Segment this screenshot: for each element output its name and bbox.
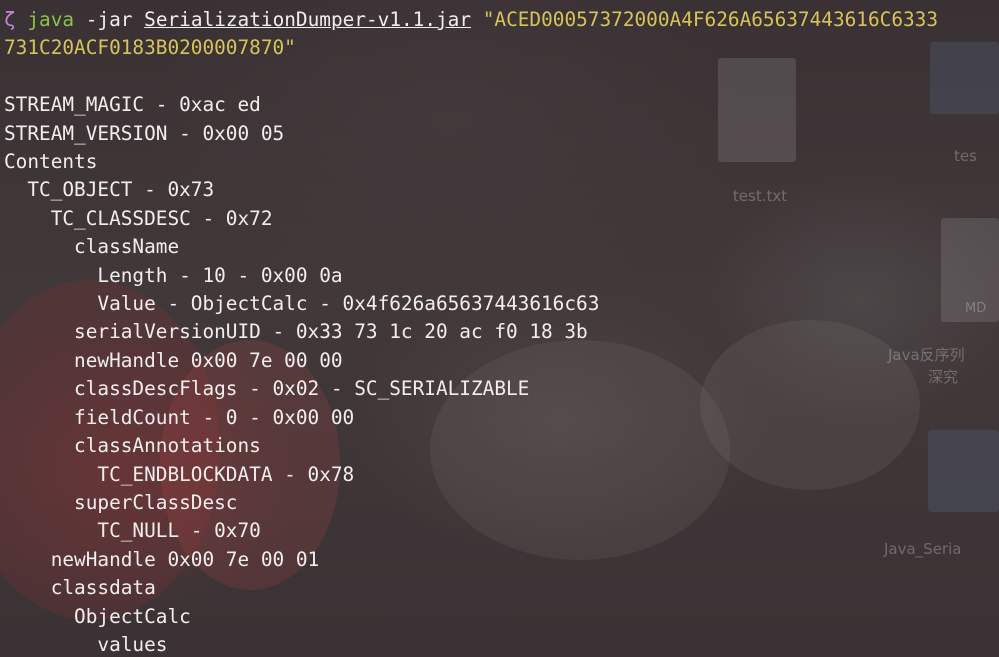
output-line: Length - 10 - 0x00 0a [4, 263, 343, 287]
output-line: classDescFlags - 0x02 - SC_SERIALIZABLE [4, 377, 530, 401]
output-line: Contents [4, 150, 98, 174]
output-line: TC_OBJECT - 0x73 [4, 178, 215, 202]
dump-output: STREAM_MAGIC - 0xac ed STREAM_VERSION - 0… [4, 91, 999, 657]
command-flag: -jar [85, 8, 133, 31]
output-line: newHandle 0x00 7e 00 01 [4, 547, 320, 571]
output-line: fieldCount - 0 - 0x00 00 [4, 405, 355, 429]
output-line: newHandle 0x00 7e 00 00 [4, 348, 343, 372]
output-line: STREAM_MAGIC - 0xac ed [4, 93, 261, 117]
command-jar-path[interactable]: SerializationDumper-v1.1.jar [144, 8, 471, 31]
output-line: STREAM_VERSION - 0x00 05 [4, 121, 285, 145]
output-line: values [4, 632, 168, 656]
output-line: className [4, 235, 180, 259]
output-line: Value - ObjectCalc - 0x4f626a65637443616… [4, 292, 600, 316]
command-payload: "ACED00057372000A4F626A65637443616C6333 [482, 8, 939, 31]
output-line: TC_NULL - 0x70 [4, 519, 261, 543]
output-line: superClassDesc [4, 490, 238, 514]
output-line: serialVersionUID - 0x33 73 1c 20 ac f0 1… [4, 320, 588, 344]
output-line: classdata [4, 576, 156, 600]
terminal-window[interactable]: ζ java -jar SerializationDumper-v1.1.jar… [0, 0, 999, 657]
prompt-symbol: ζ [4, 8, 16, 31]
output-line: TC_CLASSDESC - 0x72 [4, 206, 273, 230]
output-line: TC_ENDBLOCKDATA - 0x78 [4, 462, 355, 486]
command-program: java [27, 8, 75, 31]
command-line: ζ java -jar SerializationDumper-v1.1.jar… [4, 6, 999, 34]
output-line: classAnnotations [4, 434, 261, 458]
command-payload-continued: 731C20ACF0183B0200007870" [4, 36, 296, 60]
output-line: ObjectCalc [4, 604, 191, 628]
